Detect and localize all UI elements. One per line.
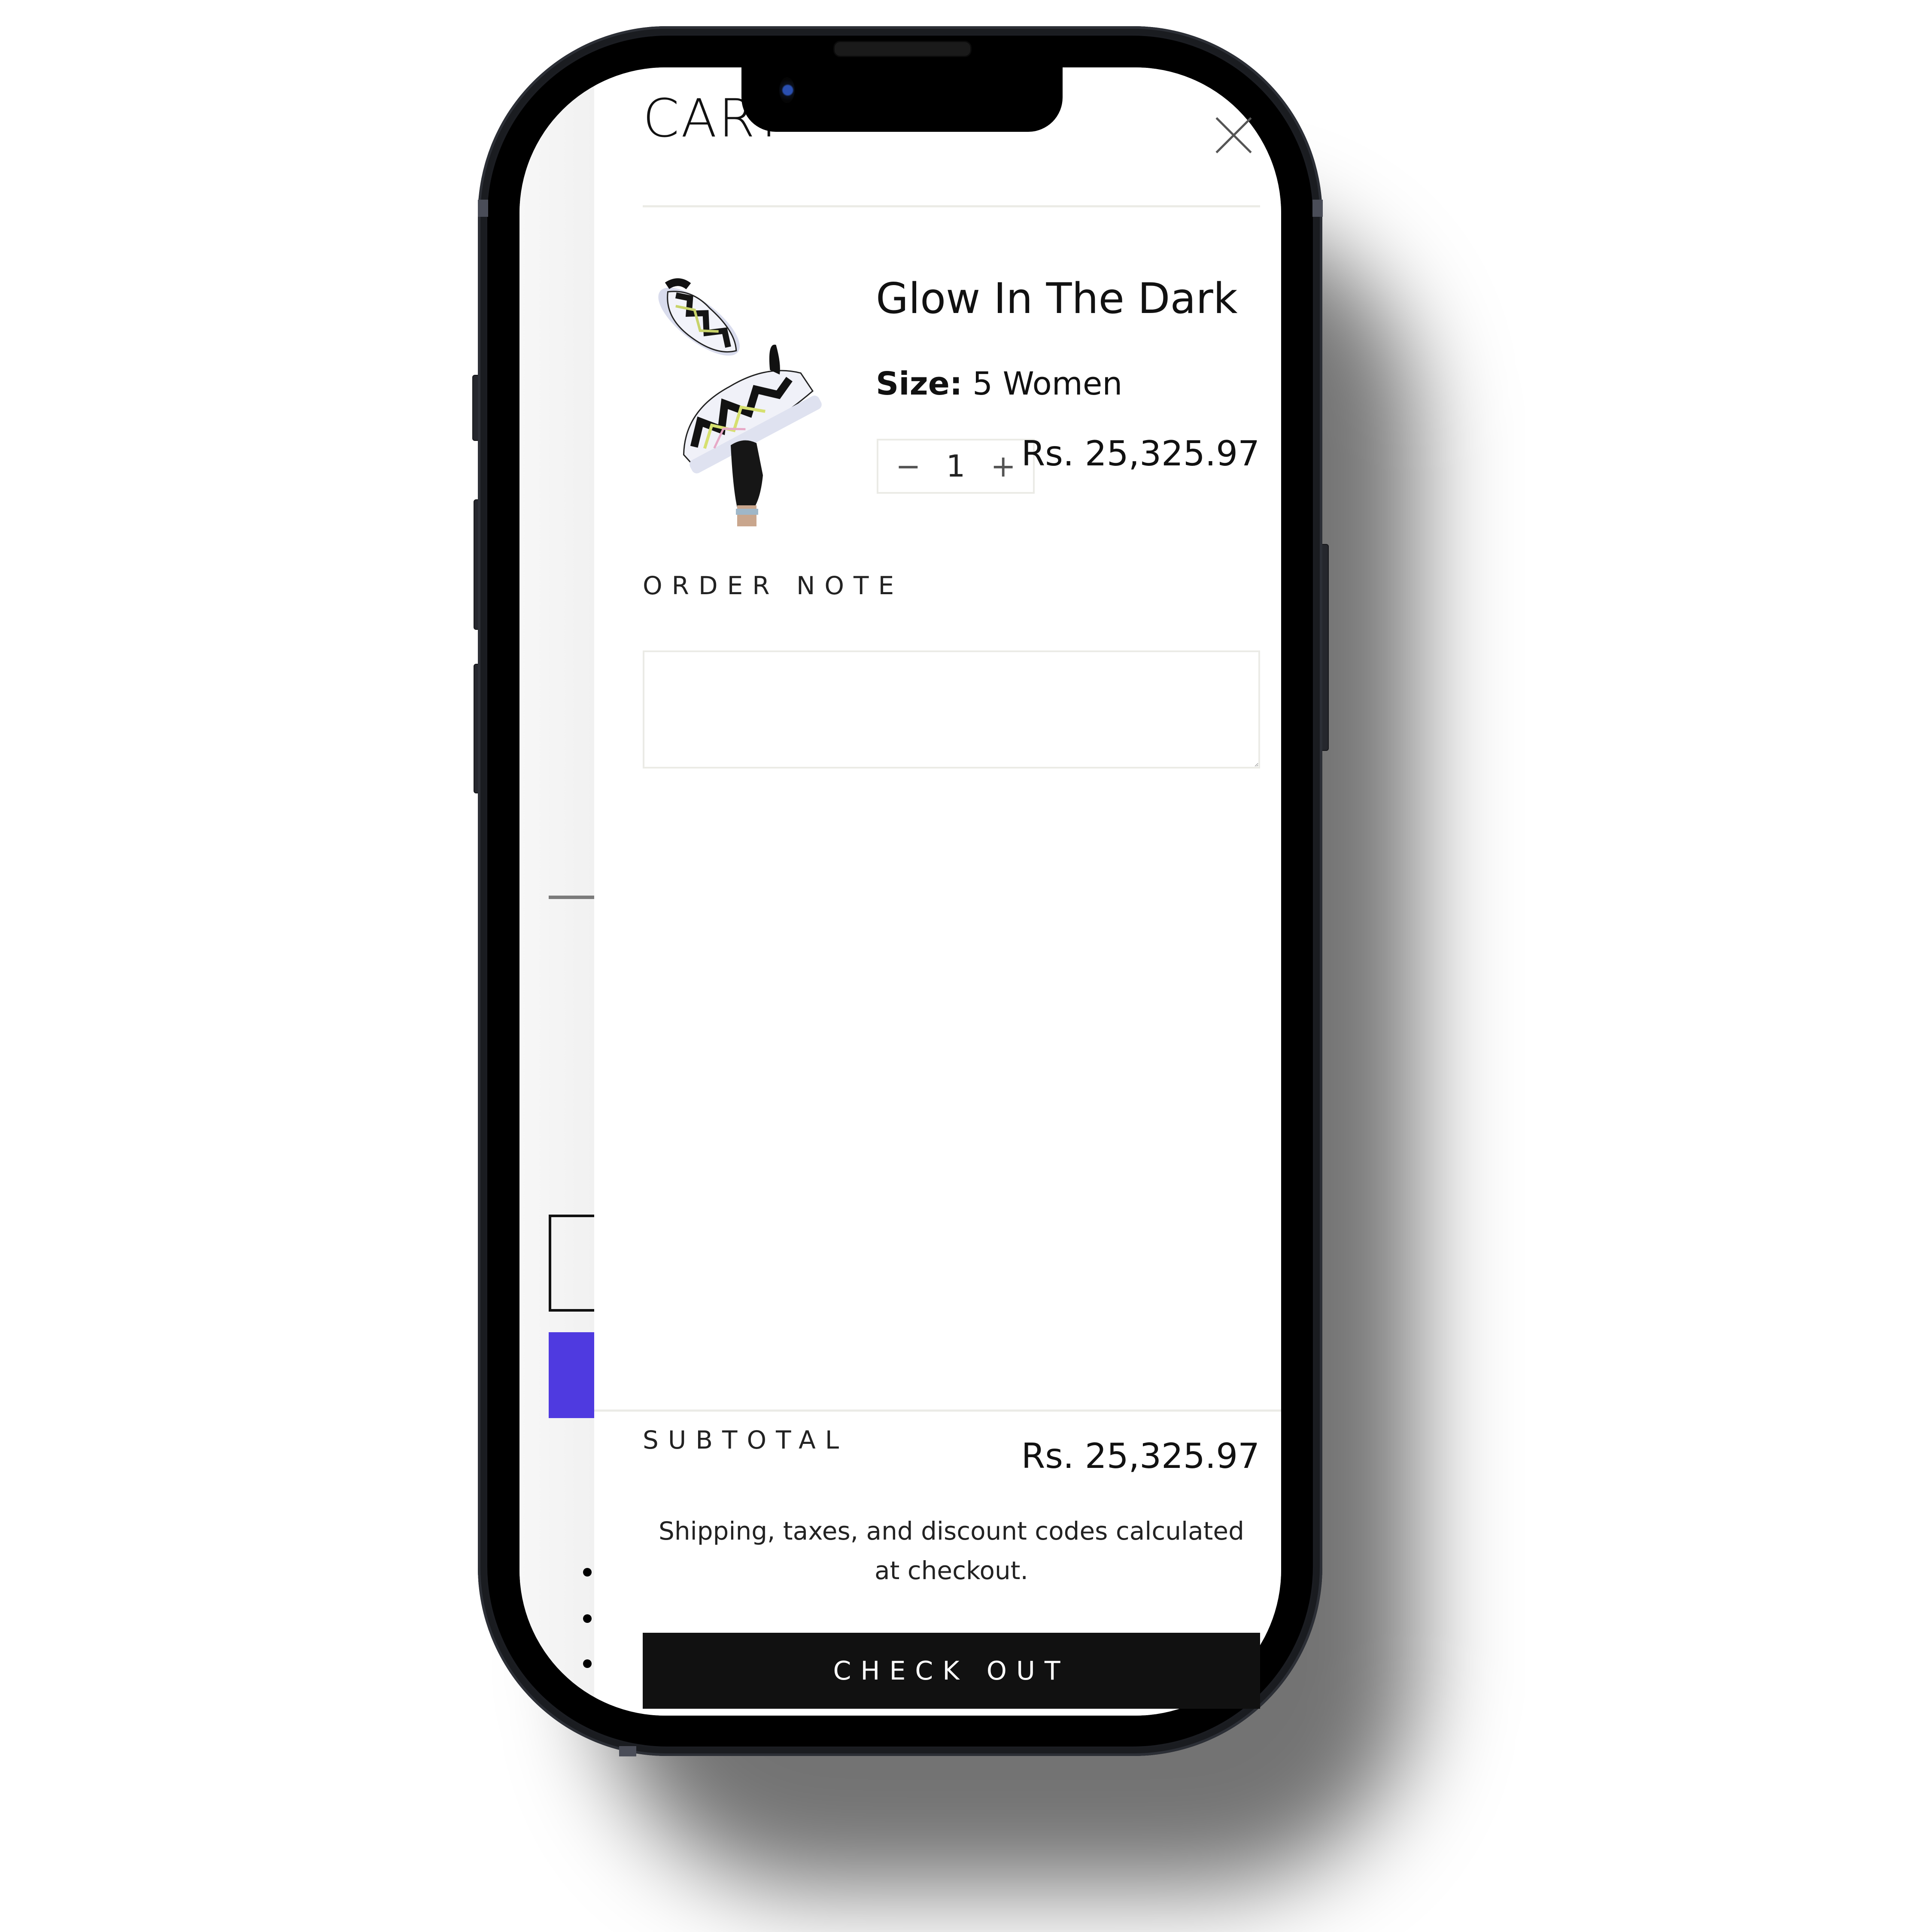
background-divider xyxy=(549,896,594,899)
footer-divider xyxy=(594,1410,1281,1412)
wrist xyxy=(737,505,756,526)
checkout-button[interactable]: CHECK OUT xyxy=(643,1633,1260,1709)
product-variant: Size: 5 Women xyxy=(876,365,1122,403)
shipping-note: Shipping, taxes, and discount codes calc… xyxy=(659,1516,1244,1585)
subtotal-label: SUBTOTAL xyxy=(643,1425,849,1455)
order-note-label: ORDER NOTE xyxy=(643,571,904,600)
front-camera xyxy=(779,77,795,103)
antenna-band xyxy=(1312,200,1323,217)
sneaker-top xyxy=(658,278,740,356)
quantity-stepper: − 1 + xyxy=(877,439,1035,494)
background-page xyxy=(519,67,600,1716)
size-label: Size: xyxy=(876,365,963,402)
item-price: Rs. 25,325.97 xyxy=(1021,434,1260,474)
list-bullet xyxy=(583,1704,592,1713)
list-bullet xyxy=(583,1614,592,1623)
plus-icon[interactable]: + xyxy=(990,449,1016,484)
list-bullet xyxy=(583,1568,592,1577)
earpiece-speaker xyxy=(833,41,972,57)
header-divider xyxy=(643,205,1260,207)
product-image[interactable] xyxy=(645,273,826,526)
minus-icon[interactable]: − xyxy=(896,449,921,484)
antenna-band xyxy=(478,200,488,217)
quantity-value[interactable]: 1 xyxy=(946,449,966,484)
background-primary-button[interactable] xyxy=(549,1332,594,1418)
order-note-input[interactable] xyxy=(643,650,1260,769)
close-icon[interactable] xyxy=(1213,115,1254,155)
gloved-hand xyxy=(731,440,763,507)
product-title[interactable]: Glow In The Dark xyxy=(876,274,1238,325)
size-value: 5 Women xyxy=(972,365,1123,402)
bracelet xyxy=(736,509,758,515)
subtotal-value: Rs. 25,325.97 xyxy=(1021,1436,1260,1476)
background-outlined-button[interactable] xyxy=(549,1215,600,1312)
list-bullet xyxy=(583,1659,592,1668)
antenna-band xyxy=(619,1746,636,1756)
